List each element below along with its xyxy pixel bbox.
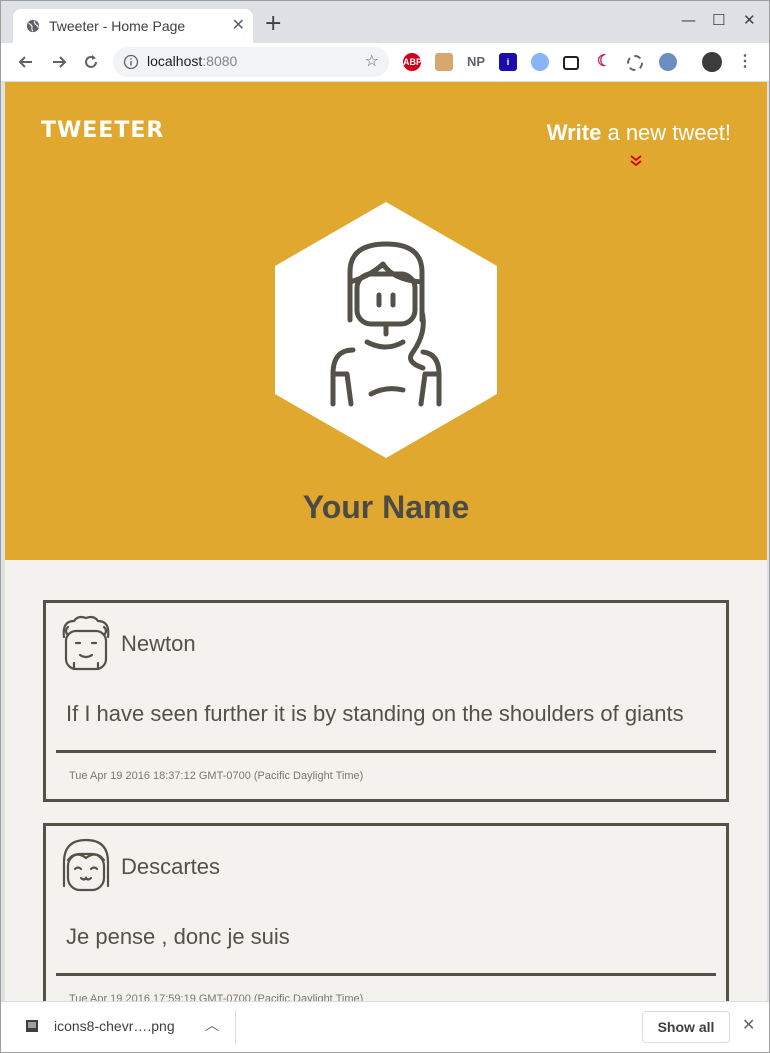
chevron-double-down-icon[interactable] [629,154,643,168]
extension-face-icon[interactable] [435,53,453,71]
shield-extension-icon[interactable] [659,53,677,71]
profile-header: TWEETER Write a new tweet! Your Name [5,82,767,560]
adblock-icon[interactable]: ABP [403,53,422,71]
tab-close-icon[interactable]: ✕ [232,16,245,34]
download-divider [235,1010,236,1044]
tab-title: Tweeter - Home Page [49,18,186,34]
sync-extension-icon[interactable] [627,55,643,71]
address-bar[interactable]: localhost:8080 ☆ [113,47,389,77]
np-extension-icon[interactable]: NP [467,53,485,71]
tweet-author: Descartes [121,854,221,879]
tweet-content: Je pense , donc je suis [66,924,290,949]
browser-window: Tweeter - Home Page ✕ + — ☐ ✕ localhost:… [0,0,770,1053]
chevron-up-icon[interactable]: ︿ [205,1015,219,1035]
descartes-avatar-icon [62,838,110,892]
compose-toggle[interactable]: Write a new tweet! [547,120,731,146]
site-logo[interactable]: TWEETER [41,118,164,143]
compose-label: a new tweet! [601,120,731,145]
tweet-divider [56,973,716,976]
show-all-button[interactable]: Show all [642,1011,730,1043]
bookmark-star-icon[interactable]: ☆ [365,51,379,70]
compose-bold: Write [546,120,602,145]
info-icon[interactable] [123,54,139,70]
browser-tab[interactable]: Tweeter - Home Page ✕ [13,9,253,43]
url-text: localhost:8080 [147,53,237,69]
tweet-content: If I have seen further it is by standing… [66,701,684,726]
picture-in-picture-icon[interactable] [563,56,579,70]
tweet-timestamp: Tue Apr 19 2016 18:37:12 GMT-0700 (Pacif… [69,770,364,782]
download-bar-close-icon[interactable]: ✕ [742,1015,755,1034]
tweet-author: Newton [121,631,196,656]
new-tab-icon[interactable]: + [264,13,282,35]
newton-avatar-icon [62,615,110,671]
profile-avatar-hexagon [275,202,497,458]
tab-strip: Tweeter - Home Page ✕ + — ☐ ✕ [1,1,769,43]
menu-icon[interactable]: ⋮ [736,53,754,71]
tweet-card: Descartes Je pense , donc je suis Tue Ap… [43,823,729,1001]
file-icon [26,1020,38,1032]
download-file-name[interactable]: icons8-chevr….png [54,1018,175,1034]
profile-name: Your Name [302,489,470,525]
window-close-icon[interactable]: ✕ [743,11,756,29]
reload-icon[interactable] [81,52,101,72]
owl-extension-icon[interactable] [531,53,549,71]
url-host: localhost [147,53,203,69]
web-page: TWEETER Write a new tweet! Your Name New… [5,82,767,1001]
tweet-timestamp: Tue Apr 19 2016 17:59:19 GMT-0700 (Pacif… [69,993,364,1001]
tweet-card: Newton If I have seen further it is by s… [43,600,729,802]
tweet-divider [56,750,716,753]
minimize-icon[interactable]: — [681,11,696,29]
download-bar: icons8-chevr….png ︿ Show all ✕ [1,1001,769,1052]
info-extension-icon[interactable]: i [499,53,517,71]
moon-extension-icon[interactable]: ☾ [595,53,613,71]
profile-avatar[interactable] [702,52,722,72]
globe-icon [26,19,40,33]
browser-toolbar: localhost:8080 ☆ ABP NP i ☾ ⋮ [1,43,769,82]
back-icon[interactable] [16,52,36,72]
url-port: :8080 [202,53,238,69]
forward-icon[interactable] [49,52,69,72]
maximize-icon[interactable]: ☐ [712,11,725,29]
